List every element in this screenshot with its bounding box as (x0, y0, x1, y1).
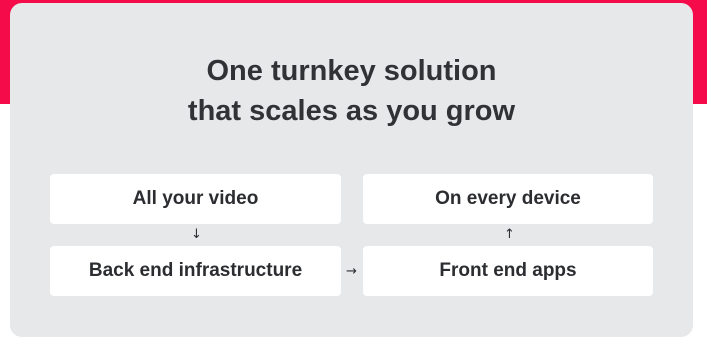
headline: One turnkey solution that scales as you … (10, 51, 693, 131)
arrow-up-icon: ↑ (504, 227, 515, 242)
solution-card: One turnkey solution that scales as you … (10, 3, 693, 337)
headline-line-1: One turnkey solution (206, 55, 497, 87)
box-back-end-infrastructure: Back end infrastructure (50, 246, 341, 296)
box-all-your-video: All your video (50, 174, 341, 224)
box-on-every-device: On every device (363, 174, 653, 224)
headline-line-2: that scales as you grow (187, 95, 516, 127)
arrow-down-icon: ↓ (191, 227, 202, 242)
diagram-stage: One turnkey solution that scales as you … (0, 0, 707, 338)
arrow-right-icon: → (346, 264, 357, 279)
box-front-end-apps: Front end apps (363, 246, 653, 296)
